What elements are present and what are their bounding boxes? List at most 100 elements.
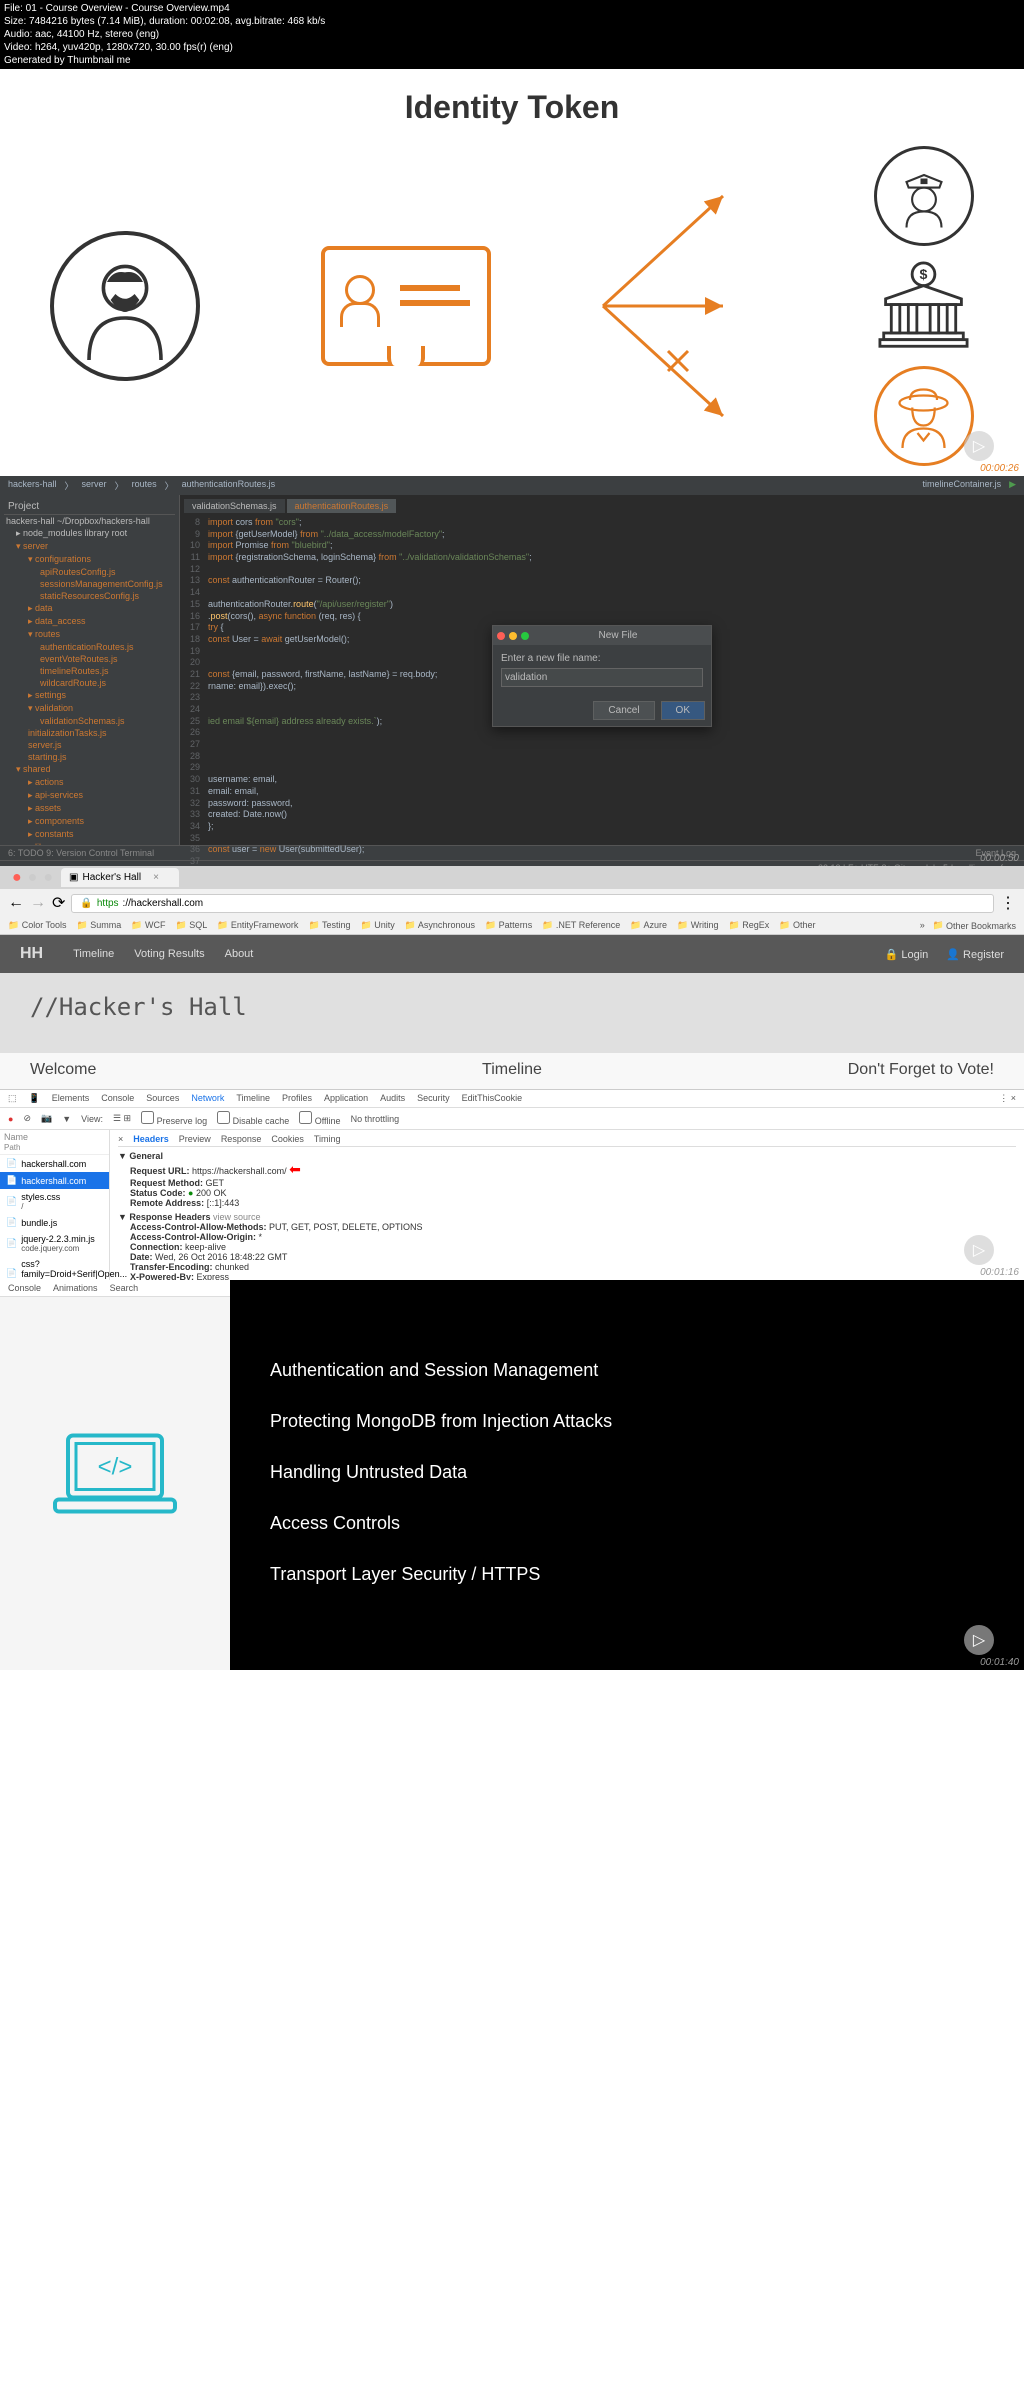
network-request[interactable]: 📄bundle.js (0, 1214, 109, 1231)
tree-item[interactable]: sessionsManagementConfig.js (4, 578, 175, 590)
general-header[interactable]: ▼ General (118, 1151, 1016, 1161)
tree-item[interactable]: ▸ api-services (4, 789, 175, 802)
tree-item[interactable]: starting.js (4, 751, 175, 763)
tree-item[interactable]: ▾ routes (4, 628, 175, 641)
back-icon[interactable]: ← (8, 894, 24, 912)
browser-tab[interactable]: ▣ Hacker's Hall × (61, 868, 179, 887)
tree-item[interactable]: staticResourcesConfig.js (4, 590, 175, 602)
tree-item[interactable]: ▸ constants (4, 828, 175, 841)
login-link[interactable]: 🔒 Login (885, 948, 929, 961)
bookmark-item[interactable]: 📁 Unity (361, 920, 395, 931)
preview-tab[interactable]: Preview (179, 1134, 211, 1144)
search-tab[interactable]: Search (110, 1283, 139, 1293)
play-button-icon[interactable]: ▷ (964, 1625, 994, 1655)
devtools-tab[interactable]: Sources (146, 1093, 179, 1104)
crumb[interactable]: hackers-hall (8, 479, 57, 492)
reload-icon[interactable]: ⟳ (52, 893, 65, 913)
tree-item[interactable]: wildcardRoute.js (4, 677, 175, 689)
close-tab-icon[interactable]: × (153, 872, 159, 883)
tree-item[interactable]: ▾ server (4, 540, 175, 553)
bookmark-item[interactable]: 📁 SQL (175, 920, 207, 931)
network-request[interactable]: 📄hackershall.com (0, 1172, 109, 1189)
inspect-icon[interactable]: ⬚ (8, 1093, 17, 1104)
devtools-tab[interactable]: Profiles (282, 1093, 312, 1104)
close-icon[interactable] (497, 632, 505, 640)
crumb[interactable]: routes (132, 479, 157, 492)
play-button-icon[interactable]: ▷ (964, 431, 994, 461)
bookmark-item[interactable]: 📁 Asynchronous (405, 920, 475, 931)
right-tab[interactable]: timelineContainer.js (923, 479, 1002, 492)
editor-tab-active[interactable]: authenticationRoutes.js (287, 499, 397, 513)
bookmark-item[interactable]: 📁 RegEx (729, 920, 770, 931)
bookmark-item[interactable]: 📁 Azure (630, 920, 667, 931)
tree-item[interactable]: hackers-hall ~/Dropbox/hackers-hall (4, 515, 175, 527)
bookmark-item[interactable]: 📁 Color Tools (8, 920, 67, 931)
nav-about[interactable]: About (225, 948, 254, 960)
disable-cache-checkbox[interactable]: Disable cache (217, 1111, 289, 1126)
network-request[interactable]: 📄styles.css/ (0, 1189, 109, 1214)
tree-item[interactable]: ▸ lib (4, 841, 175, 845)
devtools-tab[interactable]: Timeline (236, 1093, 270, 1104)
close-icon[interactable]: ● (12, 869, 22, 887)
bookmark-item[interactable]: 📁 Patterns (485, 920, 532, 931)
tree-item[interactable]: ▾ configurations (4, 553, 175, 566)
timing-tab[interactable]: Timing (314, 1134, 341, 1144)
filter-icon[interactable]: ▼ (62, 1114, 71, 1124)
offline-checkbox[interactable]: Offline (299, 1111, 340, 1126)
tree-item[interactable]: ▸ components (4, 815, 175, 828)
cookies-tab[interactable]: Cookies (271, 1134, 304, 1144)
project-sidebar[interactable]: Project hackers-hall ~/Dropbox/hackers-h… (0, 495, 180, 845)
nav-voting[interactable]: Voting Results (134, 948, 204, 960)
tree-item[interactable]: ▸ node_modules library root (4, 527, 175, 540)
tree-item[interactable]: initializationTasks.js (4, 727, 175, 739)
devtools-tab[interactable]: Application (324, 1093, 368, 1104)
ok-button[interactable]: OK (661, 701, 705, 720)
console-tab[interactable]: Console (8, 1283, 41, 1293)
clear-icon[interactable]: ⊘ (23, 1113, 31, 1124)
play-button-icon[interactable]: ▷ (964, 1235, 994, 1265)
tree-item[interactable]: ▸ assets (4, 802, 175, 815)
view-list-icon[interactable]: ☰ ⊞ (113, 1113, 131, 1124)
minimize-icon[interactable]: ● (28, 869, 38, 887)
devtools-tab[interactable]: Network (191, 1093, 224, 1104)
maximize-icon[interactable]: ● (43, 869, 53, 887)
throttle-select[interactable]: No throttling (351, 1114, 400, 1124)
devtools-menu-icon[interactable]: ⋮ × (999, 1093, 1016, 1104)
network-request[interactable]: 📄jquery-2.2.3.min.jscode.jquery.com (0, 1231, 109, 1256)
menu-icon[interactable]: ⋮ (1000, 893, 1016, 913)
tree-item[interactable]: validationSchemas.js (4, 715, 175, 727)
other-bookmarks[interactable]: 📁 Other Bookmarks (933, 920, 1016, 931)
maximize-icon[interactable] (521, 632, 529, 640)
crumb[interactable]: server (82, 479, 107, 492)
crumb[interactable]: authenticationRoutes.js (182, 479, 276, 492)
tree-item[interactable]: timelineRoutes.js (4, 665, 175, 677)
tree-item[interactable]: ▸ actions (4, 776, 175, 789)
bookmark-item[interactable]: 📁 Other (779, 920, 815, 931)
tree-item[interactable]: apiRoutesConfig.js (4, 566, 175, 578)
device-icon[interactable]: 📱 (29, 1093, 40, 1104)
code-editor[interactable]: validationSchemas.js authenticationRoute… (180, 495, 1024, 845)
cancel-button[interactable]: Cancel (593, 701, 654, 720)
site-logo[interactable]: HH (20, 945, 43, 963)
bookmark-item[interactable]: 📁 .NET Reference (542, 920, 620, 931)
filename-input[interactable] (501, 668, 703, 687)
tree-item[interactable]: ▾ shared (4, 763, 175, 776)
response-tab[interactable]: Response (221, 1134, 262, 1144)
tree-item[interactable]: ▸ settings (4, 689, 175, 702)
devtools-tab[interactable]: Audits (380, 1093, 405, 1104)
record-icon[interactable]: ● (8, 1114, 13, 1124)
forward-icon[interactable]: → (30, 894, 46, 912)
preserve-log-checkbox[interactable]: Preserve log (141, 1111, 207, 1126)
response-headers[interactable]: ▼ Response Headers view source (118, 1212, 1016, 1222)
nav-timeline[interactable]: Timeline (73, 948, 114, 960)
camera-icon[interactable]: 📷 (41, 1113, 52, 1124)
tree-item[interactable]: ▾ validation (4, 702, 175, 715)
devtools-tab[interactable]: Security (417, 1093, 450, 1104)
tree-item[interactable]: ▸ data (4, 602, 175, 615)
animations-tab[interactable]: Animations (53, 1283, 98, 1293)
network-request[interactable]: 📄hackershall.com (0, 1155, 109, 1172)
bookmark-item[interactable]: 📁 Testing (308, 920, 350, 931)
headers-tab[interactable]: Headers (133, 1134, 169, 1144)
editor-tab[interactable]: validationSchemas.js (184, 499, 285, 513)
tree-item[interactable]: eventVoteRoutes.js (4, 653, 175, 665)
